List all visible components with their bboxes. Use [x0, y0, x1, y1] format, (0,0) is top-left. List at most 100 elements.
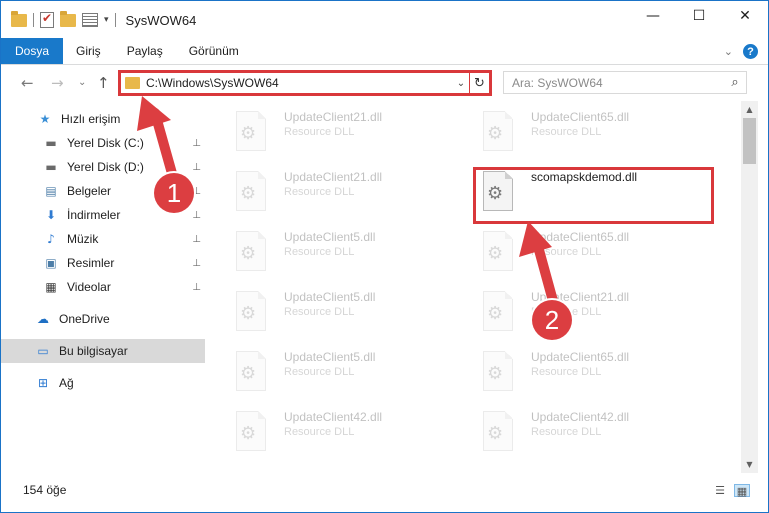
star-icon: ★ — [39, 112, 51, 126]
search-box[interactable]: Ara: SysWOW64 ⌕ — [503, 71, 747, 94]
folder-icon — [125, 77, 140, 89]
sidebar-item-music[interactable]: ♪ Müzik ⊥ — [1, 227, 205, 251]
dll-file-icon: ⚙ — [479, 291, 517, 335]
list-item[interactable]: ⚙ UpdateClient5.dll Resource DLL — [232, 345, 472, 401]
dll-file-icon: ⚙ — [479, 411, 517, 455]
close-button[interactable]: ✕ — [722, 1, 768, 31]
list-item[interactable]: ⚙ UpdateClient42.dll Resource DLL — [479, 405, 719, 461]
up-button[interactable]: ↑ — [97, 74, 110, 92]
sidebar-item-pictures[interactable]: ▣ Resimler ⊥ — [1, 251, 205, 275]
list-item[interactable]: ⚙ UpdateClient65.dll Resource DLL — [479, 345, 719, 401]
tab-paylas[interactable]: Paylaş — [114, 38, 176, 64]
back-button[interactable]: ← — [21, 74, 34, 92]
sidebar-item-label: Müzik — [67, 232, 99, 246]
window-title: SysWOW64 — [125, 12, 197, 28]
navigation-pane: ★ Hızlı erişim ▬ Yerel Disk (C:) ⊥ ▬ Yer… — [1, 101, 205, 473]
item-count: 154 öğe — [23, 483, 67, 497]
file-type: Resource DLL — [284, 246, 355, 258]
highlight-box — [473, 167, 714, 224]
refresh-button[interactable]: ↻ — [469, 73, 489, 93]
properties-icon[interactable] — [82, 13, 98, 27]
list-item[interactable]: ⚙ UpdateClient21.dllResource DLL — [479, 285, 719, 341]
list-item[interactable]: ⚙ UpdateClient42.dll Resource DLL — [232, 405, 472, 461]
videos-icon: ▦ — [45, 280, 57, 294]
sidebar-item-quick-access[interactable]: ★ Hızlı erişim — [1, 107, 205, 131]
large-icons-view-icon[interactable]: ▦ — [734, 483, 750, 498]
file-type: Resource DLL — [284, 426, 355, 438]
tab-giris[interactable]: Giriş — [63, 38, 114, 64]
file-type: Resource DLL — [284, 306, 355, 318]
list-item[interactable]: ⚙ UpdateClient5.dll Resource DLL — [232, 285, 472, 341]
scroll-up-icon[interactable]: ▲ — [741, 101, 758, 118]
pin-icon[interactable]: ⊥ — [192, 162, 201, 173]
toolbar-divider — [33, 13, 34, 27]
list-item[interactable]: ⚙ UpdateClient5.dll Resource DLL — [232, 225, 472, 281]
dll-file-icon: ⚙ — [232, 111, 270, 155]
dll-file-icon: ⚙ — [232, 351, 270, 395]
sidebar-item-label: Hızlı erişim — [61, 112, 121, 126]
maximize-button[interactable]: ☐ — [676, 1, 722, 31]
pin-icon[interactable]: ⊥ — [192, 210, 201, 221]
ribbon-right-controls: ⌄ ? — [724, 44, 758, 59]
sidebar-item-label: Bu bilgisayar — [59, 344, 128, 358]
address-path[interactable]: C:\Windows\SysWOW64 — [146, 76, 453, 90]
ribbon-tabs: Dosya Giriş Paylaş Görünüm ⌄ ? — [1, 38, 768, 65]
pin-icon[interactable]: ⊥ — [192, 258, 201, 269]
documents-icon: ▤ — [45, 184, 57, 198]
customize-toolbar-dropdown-icon[interactable]: ▾ — [104, 15, 109, 25]
help-button[interactable]: ? — [743, 44, 758, 59]
downloads-icon: ⬇ — [45, 208, 57, 222]
dll-file-icon: ⚙ — [479, 231, 517, 275]
sidebar-item-videos[interactable]: ▦ Videolar ⊥ — [1, 275, 205, 299]
tab-dosya[interactable]: Dosya — [1, 38, 64, 64]
drive-icon: ▬ — [45, 136, 57, 150]
minimize-button[interactable]: — — [630, 1, 676, 31]
sidebar-item-network[interactable]: ⊞ Ağ — [1, 371, 205, 395]
search-icon[interactable]: ⌕ — [724, 75, 746, 90]
pin-icon[interactable]: ⊥ — [192, 234, 201, 245]
address-dropdown-icon[interactable]: ⌄ — [453, 78, 469, 89]
new-folder-icon[interactable] — [60, 10, 76, 27]
sidebar-item-label: OneDrive — [59, 312, 110, 326]
file-name: UpdateClient65.dll — [531, 350, 630, 364]
file-type: Resource DLL — [531, 246, 602, 258]
sidebar-item-local-disk-c[interactable]: ▬ Yerel Disk (C:) ⊥ — [1, 131, 205, 155]
list-item[interactable]: ⚙ UpdateClient21.dllResource DLL — [232, 165, 472, 221]
properties-check-icon[interactable] — [40, 11, 54, 28]
sidebar-item-label: İndirmeler — [67, 208, 121, 222]
file-type: Resource DLL — [284, 366, 355, 378]
dll-file-icon: ⚙ — [232, 291, 270, 335]
pin-icon[interactable]: ⊥ — [192, 282, 201, 293]
forward-button[interactable]: → — [51, 74, 64, 92]
address-bar[interactable]: C:\Windows\SysWOW64 ⌄ ↻ — [118, 70, 492, 96]
window-controls: — ☐ ✕ — [630, 1, 768, 31]
tab-gorunum[interactable]: Görünüm — [176, 38, 252, 64]
sidebar-item-this-pc[interactable]: ▭ Bu bilgisayar — [1, 339, 205, 363]
file-type: Resource DLL — [284, 126, 355, 138]
navigation-bar: ← → ⌄ ↑ C:\Windows\SysWOW64 ⌄ ↻ Ara: Sys… — [1, 66, 768, 100]
sidebar-item-label: Belgeler — [67, 184, 112, 198]
music-icon: ♪ — [47, 232, 55, 246]
file-name: UpdateClient65.dll — [531, 230, 630, 244]
search-input[interactable]: Ara: SysWOW64 — [512, 76, 724, 90]
folder-icon — [11, 10, 27, 27]
list-item[interactable]: ⚙ UpdateClient65.dll Resource DLL — [479, 225, 719, 281]
title-bar: ▾ SysWOW64 — ☐ ✕ — [1, 1, 768, 39]
vertical-scrollbar[interactable]: ▲ ▼ — [741, 101, 758, 473]
cloud-icon: ☁ — [37, 312, 49, 326]
file-name: UpdateClient42.dll — [531, 410, 630, 424]
details-view-icon[interactable]: ☰ — [712, 484, 728, 497]
status-bar: 154 öğe ☰ ▦ — [1, 476, 768, 504]
recent-locations-dropdown[interactable]: ⌄ — [78, 77, 86, 88]
pin-icon[interactable]: ⊥ — [192, 138, 201, 149]
dll-file-icon: ⚙ — [479, 351, 517, 395]
list-item[interactable]: ⚙ UpdateClient21.dllResource DLL — [232, 105, 472, 161]
scroll-down-icon[interactable]: ▼ — [741, 456, 758, 473]
dll-file-icon: ⚙ — [232, 171, 270, 215]
scroll-thumb[interactable] — [743, 118, 756, 164]
sidebar-item-onedrive[interactable]: ☁ OneDrive — [1, 307, 205, 331]
chevron-down-icon[interactable]: ⌄ — [724, 45, 733, 58]
drive-icon: ▬ — [45, 160, 57, 174]
title-divider — [114, 13, 116, 27]
list-item[interactable]: ⚙ UpdateClient65.dll Resource DLL — [479, 105, 719, 161]
